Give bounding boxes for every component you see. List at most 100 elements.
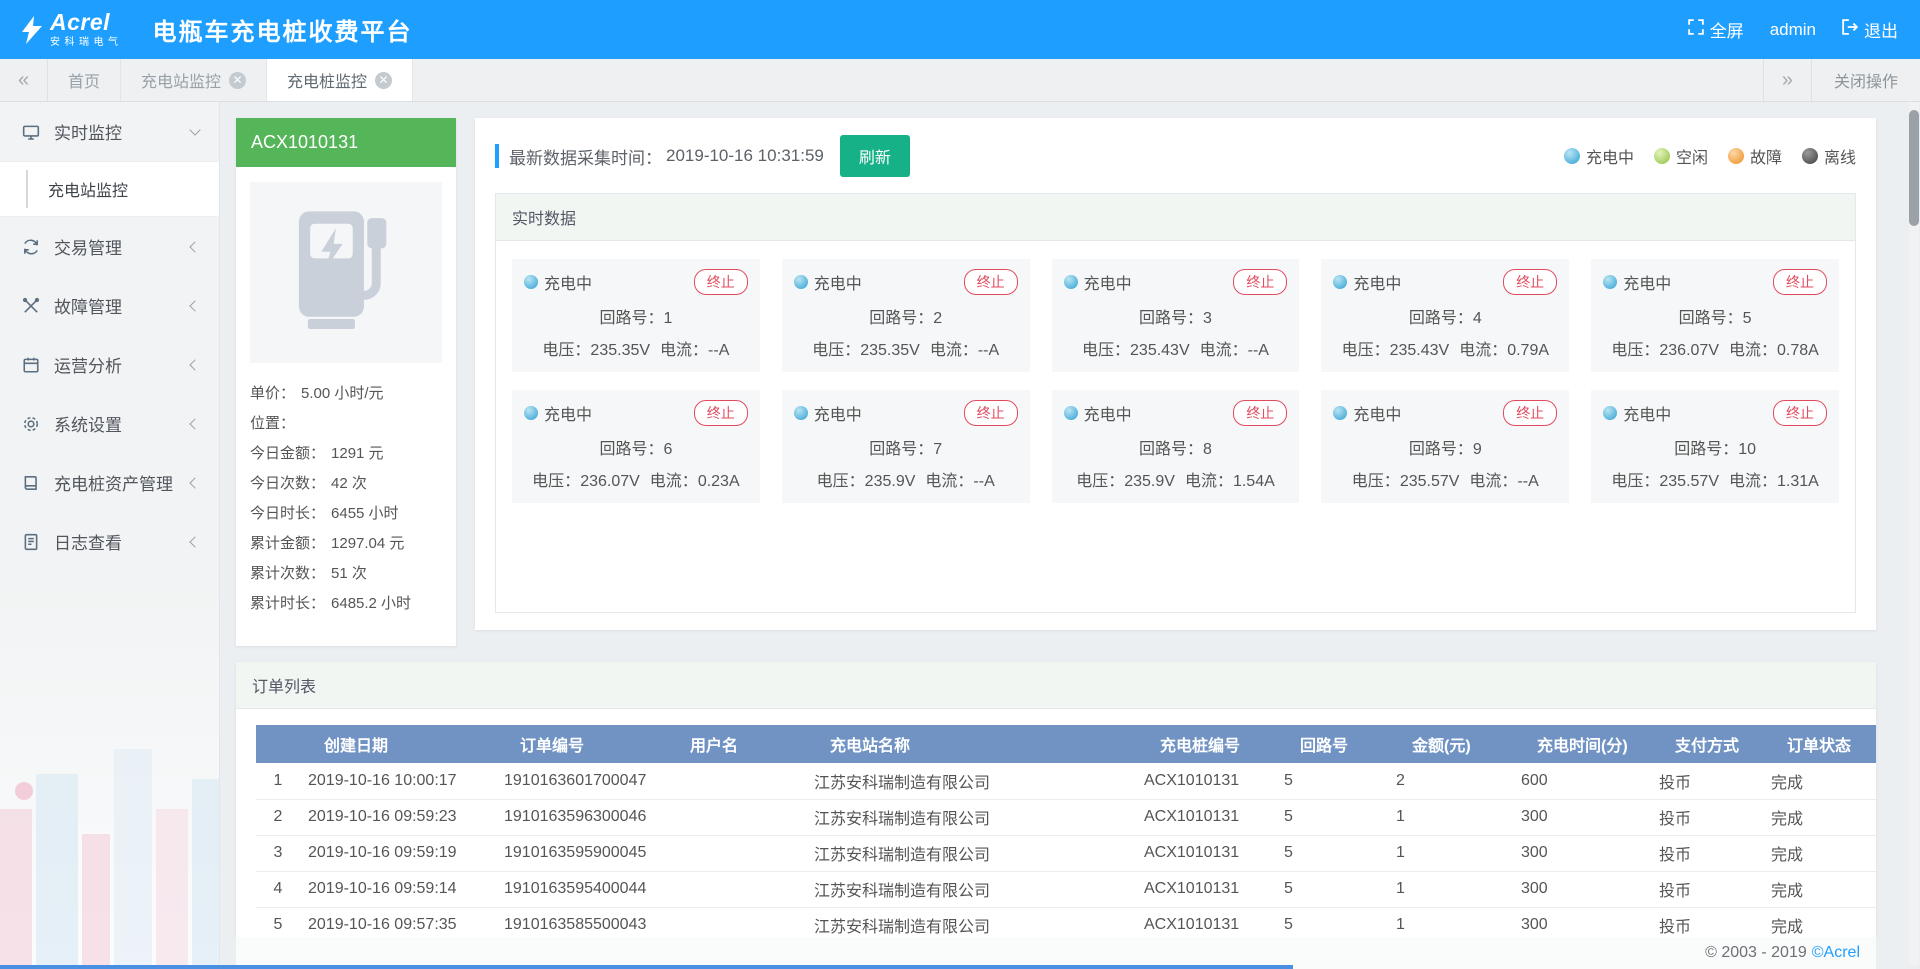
offline-status-dot xyxy=(1802,148,1818,164)
stop-button[interactable]: 终止 xyxy=(1773,400,1827,426)
stat-value: 6485.2 小时 xyxy=(331,595,411,612)
cell-amount: 1 xyxy=(1388,871,1513,907)
circuit-label: 回路号： xyxy=(1409,441,1473,458)
circuit-number: 回路号：3 xyxy=(1064,304,1288,328)
stat-label: 单价： xyxy=(250,385,295,402)
voltage-value: 236.07V xyxy=(1659,342,1719,359)
cell-circuit: 5 xyxy=(1276,763,1388,799)
tab-label: 充电桩监控 xyxy=(287,68,367,92)
user-menu[interactable]: admin xyxy=(1770,20,1816,40)
column-header-date: 创建日期 xyxy=(300,725,496,763)
cell-pile: ACX1010131 xyxy=(1136,907,1276,937)
stop-button[interactable]: 终止 xyxy=(964,400,1018,426)
close-operations-button[interactable]: 关闭操作 xyxy=(1811,59,1920,101)
circuit-number: 回路号：4 xyxy=(1333,304,1557,328)
sidebar: 实时监控 充电站监控 交易管理 故障管理 xyxy=(0,102,220,969)
tab-pile-monitor[interactable]: 充电桩监控 ✕ xyxy=(267,59,413,101)
circuit-value: 3 xyxy=(1203,310,1212,327)
sidebar-item-transaction-mgmt[interactable]: 交易管理 xyxy=(0,217,219,276)
vertical-scrollbar-thumb[interactable] xyxy=(1909,110,1919,226)
refresh-button[interactable]: 刷新 xyxy=(840,135,910,177)
stat-today-duration: 今日时长：6455 小时 xyxy=(250,499,442,529)
circuit-card-5: 充电中终止 回路号：5 电压：236.07V电流：0.78A xyxy=(1591,259,1839,372)
stop-button[interactable]: 终止 xyxy=(694,400,748,426)
cell-pay: 投币 xyxy=(1651,763,1763,799)
circuit-number: 回路号：6 xyxy=(524,435,748,459)
order-list-panel: 订单列表 创建日期 订单编号 用户名 xyxy=(236,662,1876,937)
circuit-label: 回路号： xyxy=(1139,441,1203,458)
cell-order-no: 1910163596300046 xyxy=(496,799,666,835)
stop-button[interactable]: 终止 xyxy=(694,269,748,295)
fullscreen-button[interactable]: 全屏 xyxy=(1688,17,1744,42)
logout-button[interactable]: 退出 xyxy=(1842,17,1898,42)
circuit-value: 7 xyxy=(933,441,942,458)
stop-button[interactable]: 终止 xyxy=(1503,269,1557,295)
cell-date: 2019-10-16 09:59:23 xyxy=(300,799,496,835)
status-legend: 充电中 空闲 故障 离线 xyxy=(1564,144,1856,168)
cell-date: 2019-10-16 09:57:35 xyxy=(300,907,496,937)
stop-button[interactable]: 终止 xyxy=(964,269,1018,295)
sidebar-item-log-viewer[interactable]: 日志查看 xyxy=(0,512,219,571)
column-header-index xyxy=(256,725,300,763)
table-row[interactable]: 4 2019-10-16 09:59:14 1910163595400044 江… xyxy=(256,871,1876,907)
legend-label: 空闲 xyxy=(1676,144,1708,168)
circuit-number: 回路号：8 xyxy=(1064,435,1288,459)
sidebar-item-pile-asset-mgmt[interactable]: 充电桩资产管理 xyxy=(0,453,219,512)
sidebar-item-charging-station-monitor[interactable]: 充电站监控 xyxy=(0,162,219,216)
stop-button[interactable]: 终止 xyxy=(1233,269,1287,295)
stat-location: 位置： xyxy=(250,409,442,439)
sidebar-item-label: 运营分析 xyxy=(54,352,122,377)
close-icon[interactable]: ✕ xyxy=(375,72,392,89)
calendar-icon xyxy=(20,356,42,374)
circuit-value: 8 xyxy=(1203,441,1212,458)
current-value: 0.23A xyxy=(698,473,740,490)
horizontal-scrollbar-thumb[interactable] xyxy=(0,965,1293,969)
sidebar-item-label: 交易管理 xyxy=(54,234,122,259)
circuit-meter: 电压：235.57V电流：1.31A xyxy=(1603,467,1827,491)
circuit-card-4: 充电中终止 回路号：4 电压：235.43V电流：0.79A xyxy=(1321,259,1569,372)
current-label: 电流： xyxy=(1459,342,1507,359)
brand-link[interactable]: ©Acrel xyxy=(1812,944,1860,962)
sidebar-item-operation-analysis[interactable]: 运营分析 xyxy=(0,335,219,394)
tab-bar: « 首页 充电站监控 ✕ 充电桩监控 ✕ » 关闭操作 xyxy=(0,59,1920,102)
current-value: 0.79A xyxy=(1507,342,1549,359)
table-row[interactable]: 5 2019-10-16 09:57:35 1910163585500043 江… xyxy=(256,907,1876,937)
cell-order-no: 1910163601700047 xyxy=(496,763,666,799)
order-list-title: 订单列表 xyxy=(236,662,1876,709)
voltage-value: 235.43V xyxy=(1130,342,1190,359)
chevron-left-icon xyxy=(189,300,200,311)
tab-home[interactable]: 首页 xyxy=(48,59,121,101)
circuit-status-label: 充电中 xyxy=(544,270,592,294)
realtime-data-title: 实时数据 xyxy=(496,194,1855,241)
tabs-scroll-right-icon[interactable]: » xyxy=(1763,59,1811,101)
blue-accent-bar xyxy=(495,144,499,168)
current-label: 电流： xyxy=(1729,342,1777,359)
vertical-scrollbar[interactable] xyxy=(1909,102,1919,965)
stat-label: 今日时长： xyxy=(250,505,325,522)
chevron-down-icon xyxy=(189,124,200,135)
stop-button[interactable]: 终止 xyxy=(1503,400,1557,426)
stop-button[interactable]: 终止 xyxy=(1773,269,1827,295)
pile-monitor-page: ACX1010131 xyxy=(220,102,1920,969)
logo-subtitle: 安科瑞电气 xyxy=(50,38,123,48)
voltage-value: 235.9V xyxy=(865,473,916,490)
stat-total-amount: 累计金额：1297.04 元 xyxy=(250,529,442,559)
fault-status-dot xyxy=(1728,148,1744,164)
close-icon[interactable]: ✕ xyxy=(229,72,246,89)
collect-time-value: 2019-10-16 10:31:59 xyxy=(666,146,824,166)
circuit-card-1: 充电中终止 回路号：1 电压：235.35V电流：--A xyxy=(512,259,760,372)
charging-status-dot xyxy=(794,406,808,420)
table-row[interactable]: 2 2019-10-16 09:59:23 1910163596300046 江… xyxy=(256,799,1876,835)
chevron-left-icon xyxy=(189,359,200,370)
cell-minutes: 300 xyxy=(1513,907,1651,937)
tabs-scroll-left-icon[interactable]: « xyxy=(0,59,48,101)
cell-pile: ACX1010131 xyxy=(1136,763,1276,799)
stop-button[interactable]: 终止 xyxy=(1233,400,1287,426)
sidebar-item-fault-mgmt[interactable]: 故障管理 xyxy=(0,276,219,335)
sidebar-item-realtime-monitor[interactable]: 实时监控 xyxy=(0,102,219,161)
tab-station-monitor[interactable]: 充电站监控 ✕ xyxy=(121,59,267,101)
table-row[interactable]: 3 2019-10-16 09:59:19 1910163595900045 江… xyxy=(256,835,1876,871)
sidebar-item-system-settings[interactable]: 系统设置 xyxy=(0,394,219,453)
table-row[interactable]: 1 2019-10-16 10:00:17 1910163601700047 江… xyxy=(256,763,1876,799)
circuit-meter: 电压：235.9V电流：1.54A xyxy=(1064,467,1288,491)
